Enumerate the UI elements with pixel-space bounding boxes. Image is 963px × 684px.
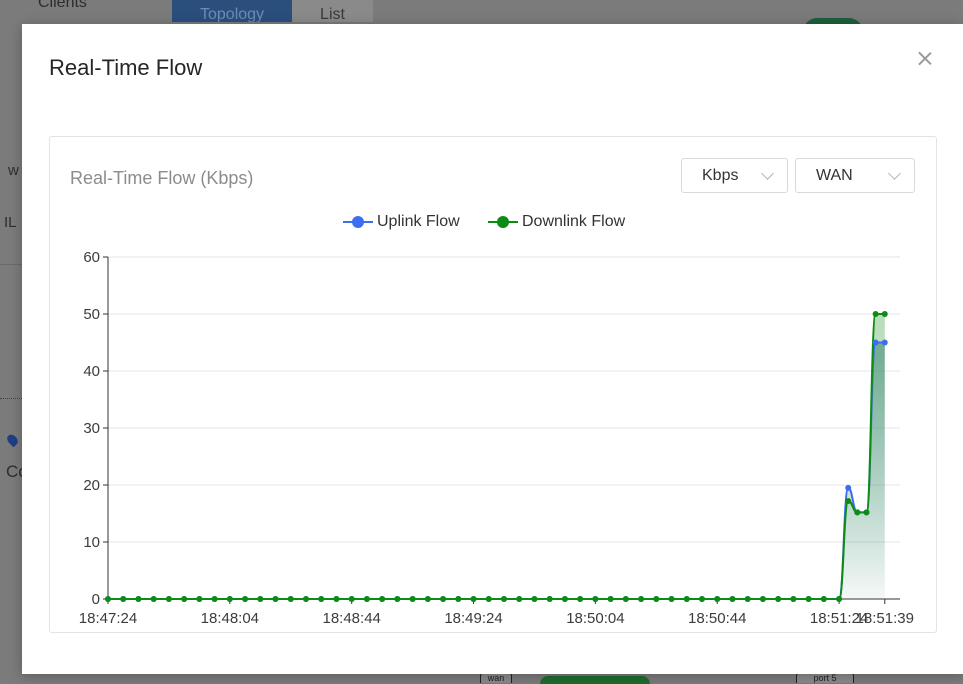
data-point-downlink bbox=[226, 596, 233, 602]
data-point-uplink bbox=[872, 339, 879, 346]
location-pin-icon bbox=[5, 432, 20, 448]
y-tick-label: 30 bbox=[83, 420, 100, 437]
series-line-downlink bbox=[108, 312, 885, 600]
data-point-downlink bbox=[729, 596, 736, 602]
background-text-fragment: w bbox=[8, 162, 19, 179]
dialog-title: Real-Time Flow bbox=[49, 55, 203, 80]
background-text-fragment: IL bbox=[4, 214, 17, 231]
data-point-downlink bbox=[348, 596, 355, 602]
data-point-downlink bbox=[836, 596, 843, 602]
data-point-downlink bbox=[744, 596, 751, 602]
data-point-downlink bbox=[272, 596, 279, 602]
data-point-downlink bbox=[653, 596, 660, 602]
data-point-downlink bbox=[211, 596, 218, 602]
x-tick-label: 18:50:04 bbox=[566, 610, 624, 627]
series-line-uplink bbox=[108, 341, 885, 600]
data-point-downlink bbox=[516, 596, 523, 602]
data-point-downlink bbox=[845, 497, 852, 504]
series-area-uplink bbox=[108, 342, 885, 599]
background-divider bbox=[0, 398, 22, 400]
y-tick-label: 40 bbox=[83, 363, 100, 380]
data-point-downlink bbox=[318, 596, 325, 602]
data-point-downlink bbox=[531, 596, 538, 602]
close-icon[interactable] bbox=[915, 49, 935, 69]
data-point-downlink bbox=[424, 596, 431, 602]
data-point-downlink bbox=[333, 596, 340, 602]
data-point-downlink bbox=[120, 596, 127, 602]
data-point-downlink bbox=[485, 596, 492, 602]
data-point-downlink bbox=[242, 596, 249, 602]
background-divider bbox=[0, 264, 22, 265]
data-point-downlink bbox=[363, 596, 370, 602]
data-point-downlink bbox=[196, 596, 203, 602]
data-point-downlink bbox=[561, 596, 568, 602]
data-point-downlink bbox=[668, 596, 675, 602]
data-point-downlink bbox=[863, 509, 870, 516]
x-tick-label: 18:48:04 bbox=[201, 610, 259, 627]
data-point-downlink bbox=[303, 596, 309, 602]
y-tick-label: 60 bbox=[83, 249, 100, 266]
y-tick-label: 20 bbox=[83, 477, 100, 494]
data-point-downlink bbox=[714, 596, 721, 602]
data-point-downlink bbox=[592, 596, 599, 602]
x-tick-label: 18:49:24 bbox=[444, 610, 502, 627]
data-point-downlink bbox=[470, 596, 477, 602]
data-point-downlink bbox=[820, 596, 827, 602]
x-tick-label: 18:47:24 bbox=[79, 610, 137, 627]
real-time-flow-dialog: Real-Time Flow Real-Time Flow (Kbps) Kbp… bbox=[22, 24, 963, 674]
background-device-indicator bbox=[540, 676, 650, 684]
data-point-downlink bbox=[135, 596, 142, 602]
data-point-downlink bbox=[546, 596, 553, 602]
view-tabs: Topology List bbox=[172, 0, 373, 22]
data-point-downlink bbox=[150, 596, 157, 602]
data-point-downlink bbox=[881, 311, 888, 317]
y-tick-label: 0 bbox=[92, 591, 100, 608]
series-area-downlink bbox=[108, 314, 885, 599]
data-point-downlink bbox=[409, 596, 416, 602]
data-point-downlink bbox=[790, 596, 797, 602]
data-point-downlink bbox=[683, 596, 690, 602]
data-point-downlink bbox=[854, 509, 861, 516]
data-point-downlink bbox=[394, 596, 401, 602]
tab-list: List bbox=[292, 0, 373, 22]
data-point-downlink bbox=[181, 596, 188, 602]
sidebar-item-clients: Clients bbox=[38, 0, 87, 11]
data-point-downlink bbox=[257, 596, 264, 602]
data-point-uplink bbox=[845, 484, 852, 491]
data-point-downlink bbox=[775, 596, 782, 602]
x-tick-label: 18:48:44 bbox=[322, 610, 380, 627]
data-point-downlink bbox=[805, 596, 812, 602]
y-tick-label: 10 bbox=[83, 534, 100, 551]
y-tick-label: 50 bbox=[83, 306, 100, 323]
data-point-downlink bbox=[455, 596, 462, 602]
data-point-downlink bbox=[638, 596, 645, 602]
data-point-downlink bbox=[699, 596, 705, 602]
data-point-downlink bbox=[607, 596, 614, 602]
flow-line-chart: 0 10 20 30 40 50 60 18:47:24 18:48:04 18:48:44 18:… bbox=[79, 249, 914, 627]
data-point-downlink bbox=[287, 596, 294, 602]
data-point-downlink bbox=[379, 596, 386, 602]
data-point-downlink bbox=[577, 596, 584, 602]
data-point-downlink bbox=[759, 596, 766, 602]
x-tick-label: 18:50:44 bbox=[688, 610, 746, 627]
data-point-downlink bbox=[105, 596, 111, 602]
data-point-downlink bbox=[501, 596, 507, 602]
flow-chart-card: Real-Time Flow (Kbps) Kbps WAN Uplink Fl… bbox=[49, 136, 937, 633]
x-tick-label: 18:51:39 bbox=[856, 610, 914, 627]
data-point-uplink bbox=[881, 339, 888, 346]
data-point-downlink bbox=[165, 596, 172, 602]
data-point-downlink bbox=[622, 596, 629, 602]
data-point-downlink bbox=[872, 311, 879, 317]
data-point-downlink bbox=[440, 596, 447, 602]
tab-topology: Topology bbox=[172, 0, 293, 22]
